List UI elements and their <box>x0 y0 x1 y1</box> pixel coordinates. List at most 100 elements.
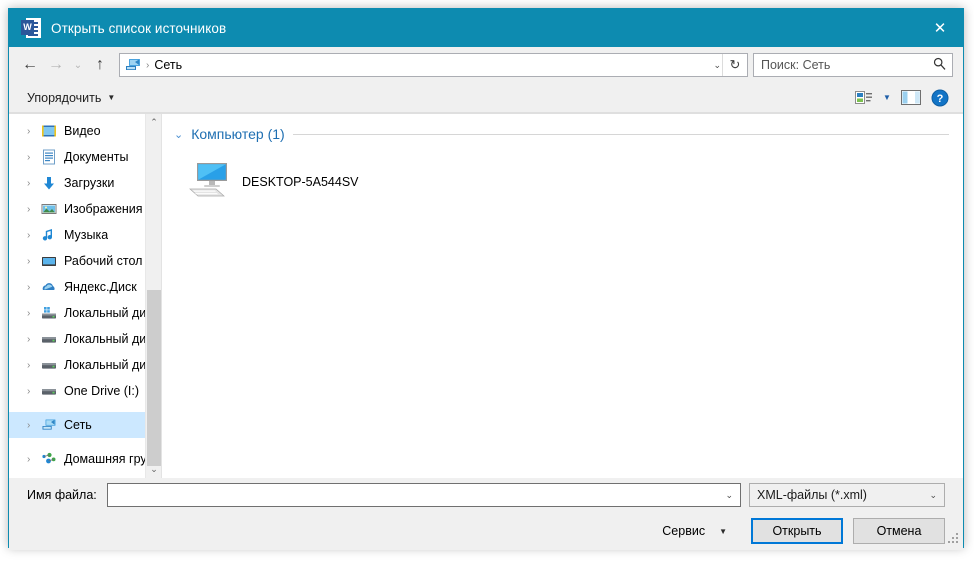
sidebar-scrollbar[interactable]: ⌃ ⌄ <box>145 114 161 478</box>
sidebar-item-homegroup[interactable]: › Домашняя групп <box>9 446 161 472</box>
homegroup-icon <box>41 451 57 467</box>
chevron-right-icon[interactable]: › <box>27 126 41 137</box>
chevron-down-icon: ▼ <box>107 93 116 102</box>
desktop-icon <box>41 253 57 269</box>
music-folder-icon <box>41 227 57 243</box>
word-icon: W <box>21 18 41 38</box>
sidebar-item-desktop[interactable]: › Рабочий стол <box>9 248 161 274</box>
preview-pane-icon[interactable] <box>898 86 924 110</box>
group-header: ⌄ Компьютер (1) <box>162 114 963 142</box>
chevron-down-icon: ▼ <box>883 93 891 102</box>
yandex-disk-icon <box>41 279 57 295</box>
chevron-right-icon[interactable]: › <box>27 282 41 293</box>
drive-icon <box>41 383 57 399</box>
drive-icon <box>41 331 57 347</box>
chevron-down-icon: ▼ <box>719 526 727 536</box>
scroll-down-icon[interactable]: ⌄ <box>146 461 161 478</box>
sidebar-item-documents[interactable]: › Документы <box>9 144 161 170</box>
list-item[interactable]: DESKTOP-5A544SV <box>184 156 367 207</box>
filename-input[interactable] <box>107 488 740 502</box>
search-box[interactable] <box>753 53 953 77</box>
refresh-icon[interactable]: ↻ <box>722 54 747 76</box>
cancel-button[interactable]: Отмена <box>853 518 945 544</box>
downloads-folder-icon <box>41 175 57 191</box>
sidebar-item-video[interactable]: › Видео <box>9 118 161 144</box>
chevron-right-icon[interactable]: › <box>27 360 41 371</box>
system-drive-icon <box>41 305 57 321</box>
sidebar-item-label: Загрузки <box>64 176 115 190</box>
sidebar-item-local-disk-3[interactable]: › Локальный дис <box>9 352 161 378</box>
sidebar-item-music[interactable]: › Музыка <box>9 222 161 248</box>
file-list-pane[interactable]: ⌄ Компьютер (1) DESKTOP-5A544SV <box>162 114 963 478</box>
network-icon <box>124 57 142 73</box>
breadcrumb: Сеть <box>154 58 183 72</box>
filename-combo[interactable]: ⌄ <box>106 483 741 507</box>
command-toolbar: Упорядочить ▼ ▼ ? <box>9 83 963 113</box>
item-grid: DESKTOP-5A544SV <box>162 142 963 207</box>
chevron-down-icon[interactable]: ⌄ <box>713 60 721 71</box>
scroll-up-icon[interactable]: ⌃ <box>146 114 161 131</box>
computer-icon <box>188 160 232 203</box>
title-bar: W Открыть список источников ✕ <box>9 9 963 47</box>
group-label: Компьютер (1) <box>191 126 285 142</box>
chevron-down-icon[interactable]: ⌄ <box>174 128 183 141</box>
scrollbar-thumb[interactable] <box>147 290 161 466</box>
sidebar-item-label: Рабочий стол <box>64 254 143 268</box>
chevron-right-icon[interactable]: › <box>27 204 41 215</box>
sidebar-item-label: Локальный дис <box>64 332 153 346</box>
chevron-right-icon[interactable]: › <box>27 178 41 189</box>
sidebar-item-label: Локальный дис <box>64 306 153 320</box>
chevron-right-icon[interactable]: › <box>27 420 41 431</box>
pictures-folder-icon <box>41 201 57 217</box>
list-item-label: DESKTOP-5A544SV <box>242 174 359 189</box>
folder-tree: › Видео › Документы › Загрузки › Изображ… <box>9 114 161 472</box>
search-input[interactable] <box>754 58 952 72</box>
up-button[interactable]: ↑ <box>87 52 113 78</box>
filename-label: Имя файла: <box>27 488 97 502</box>
sidebar-item-local-disk-2[interactable]: › Локальный дис <box>9 326 161 352</box>
sidebar-item-downloads[interactable]: › Загрузки <box>9 170 161 196</box>
sidebar-item-label: Видео <box>64 124 101 138</box>
sidebar-item-one-drive[interactable]: › One Drive (I:) <box>9 378 161 404</box>
chevron-down-icon: ⌄ <box>929 489 937 500</box>
chevron-right-icon[interactable]: › <box>27 256 41 267</box>
filetype-dropdown[interactable]: XML-файлы (*.xml) ⌄ <box>749 483 945 507</box>
network-icon <box>41 417 57 433</box>
sidebar-item-label: Документы <box>64 150 129 164</box>
resize-grip[interactable] <box>948 533 960 545</box>
navigation-bar: ← → ⌄ ↑ › Сеть ⌄ ↻ <box>9 47 963 83</box>
address-bar[interactable]: › Сеть ⌄ ↻ <box>119 53 748 77</box>
help-icon[interactable]: ? <box>927 86 953 110</box>
chevron-right-icon[interactable]: › <box>27 308 41 319</box>
sidebar-item-network[interactable]: › Сеть <box>9 412 161 438</box>
forward-button[interactable]: → <box>43 52 69 78</box>
organize-button[interactable]: Упорядочить ▼ <box>27 91 115 105</box>
open-source-list-dialog: W Открыть список источников ✕ ← → ⌄ ↑ › … <box>8 8 964 550</box>
sidebar-item-local-disk-system[interactable]: › Локальный дис <box>9 300 161 326</box>
close-icon[interactable]: ✕ <box>917 9 963 47</box>
open-button[interactable]: Открыть <box>751 518 843 544</box>
chevron-right-icon[interactable]: › <box>27 152 41 163</box>
toolbar-right-group: ▼ ? <box>850 86 953 110</box>
organize-label: Упорядочить <box>27 90 102 105</box>
navigation-pane: › Видео › Документы › Загрузки › Изображ… <box>9 114 162 478</box>
documents-folder-icon <box>41 149 57 165</box>
sidebar-item-yandex-disk[interactable]: › Яндекс.Диск <box>9 274 161 300</box>
filename-row: Имя файла: ⌄ XML-файлы (*.xml) ⌄ <box>27 478 945 512</box>
chevron-right-icon[interactable]: › <box>27 386 41 397</box>
chevron-right-icon[interactable]: › <box>27 454 41 465</box>
view-layout-icon[interactable] <box>850 86 876 110</box>
tools-label: Сервис <box>662 524 706 538</box>
dialog-footer: Имя файла: ⌄ XML-файлы (*.xml) ⌄ Сервис … <box>9 478 963 550</box>
recent-locations-button[interactable]: ⌄ <box>69 52 87 78</box>
chevron-right-icon[interactable]: › <box>27 230 41 241</box>
tools-button[interactable]: Сервис ▼ <box>652 520 737 542</box>
group-divider <box>292 133 949 135</box>
sidebar-item-label: Яндекс.Диск <box>64 280 137 294</box>
sidebar-item-pictures[interactable]: › Изображения <box>9 196 161 222</box>
sidebar-item-label: One Drive (I:) <box>64 384 140 398</box>
back-button[interactable]: ← <box>17 52 43 78</box>
view-dropdown-caret[interactable]: ▼ <box>879 86 895 110</box>
sidebar-item-label: Музыка <box>64 228 109 242</box>
chevron-right-icon[interactable]: › <box>27 334 41 345</box>
